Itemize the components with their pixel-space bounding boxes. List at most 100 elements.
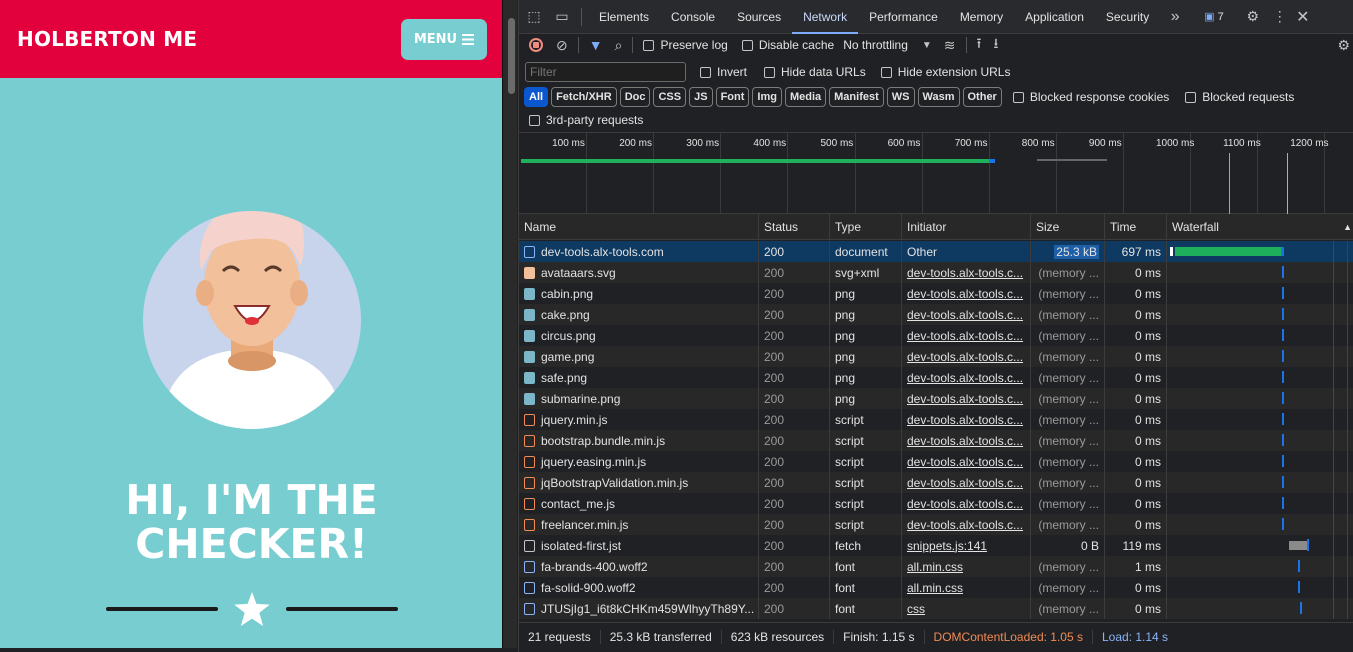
search-icon[interactable]: ⌕: [615, 37, 623, 54]
col-header-name[interactable]: Name: [519, 214, 759, 239]
table-row[interactable]: game.png 200 png dev-tools.alx-tools.c... (m…: [519, 346, 1353, 367]
cell-name[interactable]: fa-solid-900.woff2: [519, 577, 759, 598]
cell-name[interactable]: fa-brands-400.woff2: [519, 556, 759, 577]
cell-name[interactable]: freelancer.min.js: [519, 514, 759, 535]
table-row[interactable]: circus.png 200 png dev-tools.alx-tools.c...…: [519, 325, 1353, 346]
type-filter-js[interactable]: JS: [689, 87, 713, 107]
cell-name[interactable]: jquery.min.js: [519, 409, 759, 430]
tab-performance[interactable]: Performance: [858, 0, 949, 34]
initiator-link[interactable]: dev-tools.alx-tools.c...: [907, 392, 1023, 406]
type-filter-media[interactable]: Media: [784, 87, 827, 107]
table-row[interactable]: submarine.png 200 png dev-tools.alx-tools.c…: [519, 388, 1353, 409]
col-header-type[interactable]: Type: [830, 214, 902, 239]
cell-initiator[interactable]: dev-tools.alx-tools.c...: [902, 409, 1031, 430]
cell-name[interactable]: dev-tools.alx-tools.com: [519, 241, 759, 262]
cell-name[interactable]: game.png: [519, 346, 759, 367]
initiator-link[interactable]: dev-tools.alx-tools.c...: [907, 518, 1023, 532]
tab-sources[interactable]: Sources: [726, 0, 792, 34]
settings-gear-icon[interactable]: ⚙: [1238, 8, 1268, 25]
brand-logo[interactable]: HOLBERTON ME: [17, 27, 197, 51]
import-har-icon[interactable]: ⭱: [977, 33, 982, 57]
cell-name[interactable]: cabin.png: [519, 283, 759, 304]
blocked-response-cookies-checkbox[interactable]: Blocked response cookies: [1012, 90, 1169, 104]
record-stop-icon[interactable]: [529, 38, 543, 52]
cell-initiator[interactable]: dev-tools.alx-tools.c...: [902, 262, 1031, 283]
tab-elements[interactable]: Elements: [588, 0, 660, 34]
filter-funnel-icon[interactable]: ▼: [589, 37, 603, 53]
initiator-link[interactable]: dev-tools.alx-tools.c...: [907, 476, 1023, 490]
initiator-link[interactable]: dev-tools.alx-tools.c...: [907, 413, 1023, 427]
type-filter-fetch-xhr[interactable]: Fetch/XHR: [551, 87, 617, 107]
cell-initiator[interactable]: snippets.js:141: [902, 535, 1031, 556]
initiator-link[interactable]: dev-tools.alx-tools.c...: [907, 350, 1023, 364]
initiator-link[interactable]: dev-tools.alx-tools.c...: [907, 371, 1023, 385]
table-row[interactable]: isolated-first.jst 200 fetch snippets.js:14…: [519, 535, 1353, 556]
more-tabs-icon[interactable]: »: [1160, 8, 1190, 26]
inspect-element-icon[interactable]: ⬚: [519, 8, 549, 25]
type-filter-other[interactable]: Other: [962, 87, 1002, 107]
cell-name[interactable]: cake.png: [519, 304, 759, 325]
cell-name[interactable]: isolated-first.jst: [519, 535, 759, 556]
cell-name[interactable]: jquery.easing.min.js: [519, 451, 759, 472]
disable-cache-checkbox[interactable]: Disable cache: [741, 38, 834, 52]
cell-name[interactable]: contact_me.js: [519, 493, 759, 514]
third-party-checkbox[interactable]: 3rd-party requests: [529, 113, 643, 127]
network-conditions-icon[interactable]: ≋: [944, 37, 956, 54]
cell-initiator[interactable]: dev-tools.alx-tools.c...: [902, 472, 1031, 493]
cell-initiator[interactable]: dev-tools.alx-tools.c...: [902, 325, 1031, 346]
table-row[interactable]: cake.png 200 png dev-tools.alx-tools.c... (m…: [519, 304, 1353, 325]
col-header-size[interactable]: Size: [1031, 214, 1105, 239]
filter-input[interactable]: [525, 62, 686, 82]
table-row[interactable]: jquery.min.js 200 script dev-tools.alx-tool…: [519, 409, 1353, 430]
initiator-link[interactable]: dev-tools.alx-tools.c...: [907, 455, 1023, 469]
cell-initiator[interactable]: all.min.css: [902, 577, 1031, 598]
cell-initiator[interactable]: dev-tools.alx-tools.c...: [902, 451, 1031, 472]
type-filter-doc[interactable]: Doc: [619, 87, 651, 107]
table-row[interactable]: avataaars.svg 200 svg+xml dev-tools.alx-too…: [519, 262, 1353, 283]
tab-memory[interactable]: Memory: [949, 0, 1014, 34]
network-settings-icon[interactable]: ⚙: [1337, 37, 1350, 54]
type-filter-css[interactable]: CSS: [653, 87, 687, 107]
cell-name[interactable]: submarine.png: [519, 388, 759, 409]
initiator-link[interactable]: dev-tools.alx-tools.c...: [907, 434, 1023, 448]
cell-name[interactable]: bootstrap.bundle.min.js: [519, 430, 759, 451]
cell-initiator[interactable]: dev-tools.alx-tools.c...: [902, 346, 1031, 367]
initiator-link[interactable]: dev-tools.alx-tools.c...: [907, 329, 1023, 343]
tab-console[interactable]: Console: [660, 0, 726, 34]
type-filter-ws[interactable]: WS: [886, 87, 915, 107]
viewport-scrollbar[interactable]: [503, 0, 517, 648]
tab-application[interactable]: Application: [1014, 0, 1095, 34]
type-filter-font[interactable]: Font: [715, 87, 750, 107]
table-row[interactable]: jqBootstrapValidation.min.js 200 script dev…: [519, 472, 1353, 493]
device-toolbar-icon[interactable]: ▭: [549, 8, 575, 25]
tab-security[interactable]: Security: [1095, 0, 1160, 34]
initiator-link[interactable]: css: [907, 602, 925, 616]
table-row[interactable]: jquery.easing.min.js 200 script dev-tools.a…: [519, 451, 1353, 472]
initiator-link[interactable]: dev-tools.alx-tools.c...: [907, 308, 1023, 322]
initiator-link[interactable]: snippets.js:141: [907, 539, 987, 553]
clear-icon[interactable]: ⊘: [556, 37, 568, 54]
cell-initiator[interactable]: dev-tools.alx-tools.c...: [902, 493, 1031, 514]
table-row[interactable]: JTUSjIg1_i6t8kCHKm459WlhyyTh89Y... 200 fon…: [519, 598, 1353, 619]
cell-name[interactable]: JTUSjIg1_i6t8kCHKm459WlhyyTh89Y...: [519, 598, 759, 619]
cell-name[interactable]: safe.png: [519, 367, 759, 388]
hide-extension-urls-checkbox[interactable]: Hide extension URLs: [880, 65, 1010, 79]
table-row[interactable]: bootstrap.bundle.min.js 200 script dev-tool…: [519, 430, 1353, 451]
cell-initiator[interactable]: dev-tools.alx-tools.c...: [902, 430, 1031, 451]
cell-name[interactable]: avataaars.svg: [519, 262, 759, 283]
export-har-icon[interactable]: ⭳: [993, 33, 998, 57]
cell-initiator[interactable]: dev-tools.alx-tools.c...: [902, 367, 1031, 388]
cell-initiator[interactable]: dev-tools.alx-tools.c...: [902, 514, 1031, 535]
blocked-requests-checkbox[interactable]: Blocked requests: [1185, 90, 1294, 104]
table-row[interactable]: cabin.png 200 png dev-tools.alx-tools.c... (…: [519, 283, 1353, 304]
menu-button[interactable]: MENU: [401, 18, 487, 60]
initiator-link[interactable]: dev-tools.alx-tools.c...: [907, 497, 1023, 511]
hide-data-urls-checkbox[interactable]: Hide data URLs: [764, 65, 866, 79]
col-header-initiator[interactable]: Initiator: [902, 214, 1031, 239]
kebab-menu-icon[interactable]: ⋮: [1268, 8, 1292, 25]
table-row[interactable]: safe.png 200 png dev-tools.alx-tools.c... (m…: [519, 367, 1353, 388]
table-row[interactable]: fa-solid-900.woff2 200 font all.min.css (mem…: [519, 577, 1353, 598]
table-row[interactable]: contact_me.js 200 script dev-tools.alx-tool…: [519, 493, 1353, 514]
type-filter-img[interactable]: Img: [752, 87, 782, 107]
cell-name[interactable]: jqBootstrapValidation.min.js: [519, 472, 759, 493]
